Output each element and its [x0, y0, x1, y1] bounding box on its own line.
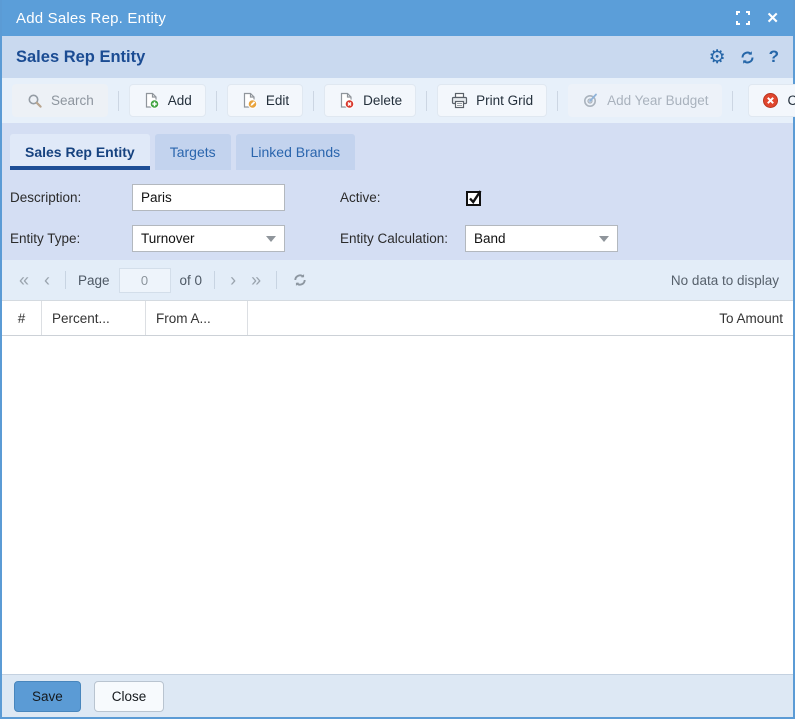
add-button[interactable]: Add	[129, 84, 206, 117]
entity-form: Description: Active: Entity Type: Turnov…	[2, 170, 793, 260]
add-year-budget-label: Add Year Budget	[607, 93, 708, 108]
entity-calculation-label: Entity Calculation:	[340, 231, 465, 246]
entity-calculation-value: Band	[474, 231, 506, 246]
grid-header: # Percent... From A... To Amount	[2, 300, 793, 336]
entity-type-label: Entity Type:	[10, 231, 132, 246]
active-label: Active:	[340, 190, 465, 205]
description-label: Description:	[10, 190, 132, 205]
search-icon	[26, 92, 43, 109]
close-red-icon	[762, 92, 779, 109]
add-year-budget-button[interactable]: Add Year Budget	[568, 84, 722, 117]
last-page-icon[interactable]: »	[248, 271, 264, 289]
add-sales-rep-entity-dialog: Add Sales Rep. Entity ✕ Sales Rep Entity…	[0, 0, 795, 719]
entity-calculation-dropdown[interactable]: Band	[465, 225, 618, 252]
column-header-percent[interactable]: Percent...	[42, 301, 146, 335]
window-titlebar: Add Sales Rep. Entity ✕	[2, 0, 793, 36]
grid-body	[2, 336, 793, 674]
prev-page-icon[interactable]: ‹	[41, 271, 53, 289]
chevron-down-icon	[599, 236, 609, 242]
toolbar-close-button[interactable]: Close	[748, 84, 795, 117]
pager-separator	[276, 271, 277, 289]
close-window-icon[interactable]: ✕	[766, 11, 779, 26]
delete-document-icon	[338, 92, 355, 109]
delete-button[interactable]: Delete	[324, 84, 416, 117]
delete-label: Delete	[363, 93, 402, 108]
search-button[interactable]: Search	[12, 84, 108, 117]
toolbar-close-label: Close	[787, 93, 795, 108]
tab-strip: Sales Rep Entity Targets Linked Brands	[2, 123, 793, 170]
edit-label: Edit	[266, 93, 289, 108]
refresh-grid-icon[interactable]	[289, 271, 311, 289]
search-label: Search	[51, 93, 94, 108]
column-header-to-amount[interactable]: To Amount	[248, 301, 793, 335]
toolbar: Search Add	[2, 78, 793, 123]
add-document-icon	[143, 92, 160, 109]
print-grid-button[interactable]: Print Grid	[437, 84, 547, 117]
toolbar-separator	[557, 91, 558, 111]
save-button[interactable]: Save	[14, 681, 81, 712]
window-title: Add Sales Rep. Entity	[16, 10, 736, 27]
column-header-from-amount[interactable]: From A...	[146, 301, 248, 335]
toolbar-separator	[732, 91, 733, 111]
edit-document-icon	[241, 92, 258, 109]
description-input[interactable]	[132, 184, 285, 211]
page-number-input[interactable]	[119, 268, 171, 293]
edit-button[interactable]: Edit	[227, 84, 303, 117]
active-checkbox[interactable]	[465, 188, 485, 208]
entity-type-value: Turnover	[141, 231, 195, 246]
target-icon	[582, 92, 599, 109]
gear-icon[interactable]: ⚙	[709, 48, 726, 67]
page-count-label: of 0	[180, 273, 203, 288]
toolbar-separator	[313, 91, 314, 111]
panel-title: Sales Rep Entity	[16, 48, 709, 67]
toolbar-separator	[426, 91, 427, 111]
first-page-icon[interactable]: «	[16, 271, 32, 289]
pager-separator	[65, 271, 66, 289]
maximize-icon[interactable]	[736, 11, 750, 25]
chevron-down-icon	[266, 236, 276, 242]
tab-sales-rep-entity[interactable]: Sales Rep Entity	[10, 134, 150, 170]
toolbar-separator	[216, 91, 217, 111]
add-label: Add	[168, 93, 192, 108]
tab-linked-brands[interactable]: Linked Brands	[236, 134, 356, 170]
page-label: Page	[78, 273, 110, 288]
printer-icon	[451, 92, 468, 109]
grid-pager: « ‹ Page of 0 › » No data to display	[2, 260, 793, 300]
dialog-footer: Save Close	[2, 674, 793, 717]
tab-targets[interactable]: Targets	[155, 134, 231, 170]
pager-separator	[214, 271, 215, 289]
pager-status: No data to display	[671, 273, 779, 288]
next-page-icon[interactable]: ›	[227, 271, 239, 289]
panel-header: Sales Rep Entity ⚙ ?	[2, 36, 793, 78]
help-icon[interactable]: ?	[769, 47, 779, 67]
toolbar-separator	[118, 91, 119, 111]
footer-close-button[interactable]: Close	[94, 681, 165, 712]
print-grid-label: Print Grid	[476, 93, 533, 108]
column-header-rownum[interactable]: #	[2, 301, 42, 335]
entity-type-dropdown[interactable]: Turnover	[132, 225, 285, 252]
refresh-icon[interactable]	[739, 49, 756, 66]
